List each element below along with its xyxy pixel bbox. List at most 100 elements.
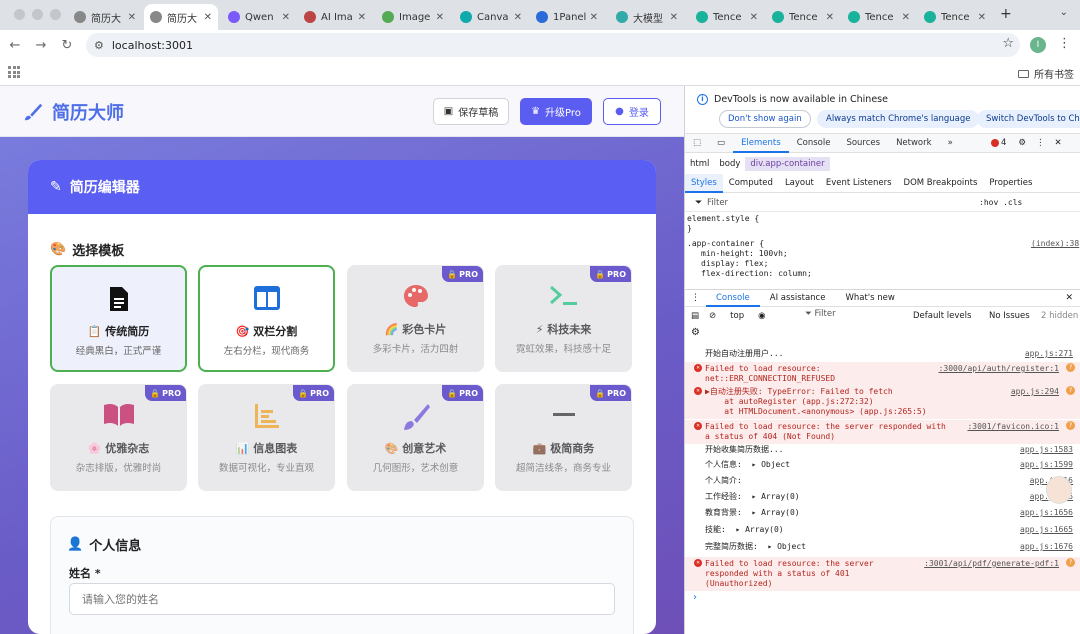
console-settings-icon[interactable]: ⚙ bbox=[691, 327, 700, 338]
template-card[interactable]: 📊 信息图表 数据可视化，专业直观 🔒 PRO bbox=[198, 384, 335, 491]
close-drawer-icon[interactable]: ✕ bbox=[1065, 293, 1073, 303]
browser-tab[interactable]: 1Panel ✕ bbox=[530, 4, 604, 30]
sidebar-toggle-icon[interactable]: ▤ bbox=[691, 311, 699, 321]
new-tab-button[interactable]: + bbox=[1000, 6, 1012, 22]
inspect-icon[interactable]: ⬚ bbox=[685, 133, 709, 153]
browser-tab[interactable]: Qwen ✕ bbox=[222, 4, 296, 30]
match-language-button[interactable]: Always match Chrome's language bbox=[817, 110, 980, 128]
drawer-menu-icon[interactable]: ⋮ bbox=[685, 293, 706, 303]
explain-error-icon[interactable]: ? bbox=[1066, 421, 1075, 430]
assistant-avatar[interactable] bbox=[1046, 476, 1072, 504]
template-card[interactable]: 🎯 双栏分割 左右分栏，现代商务 bbox=[198, 265, 335, 372]
template-card[interactable]: 📋 传统简历 经典黑白，正式严谨 bbox=[50, 265, 187, 372]
site-info-icon[interactable]: ⚙ bbox=[94, 39, 104, 52]
tab-close-icon[interactable]: ✕ bbox=[590, 12, 598, 23]
template-card[interactable]: 💼 极简商务 超简洁线条，商务专业 🔒 PRO bbox=[495, 384, 632, 491]
device-toolbar-icon[interactable]: ▭ bbox=[709, 133, 733, 153]
console-source-link[interactable]: app.js:1676 bbox=[1020, 542, 1073, 552]
back-icon[interactable]: ← bbox=[4, 38, 26, 53]
crumb-body[interactable]: body bbox=[714, 159, 745, 169]
template-card[interactable]: 🌈 彩色卡片 多彩卡片，活力四射 🔒 PRO bbox=[347, 265, 484, 372]
console-source-link[interactable]: app.js:294 bbox=[1011, 387, 1059, 397]
devtools-menu-icon[interactable]: ⋮ bbox=[1036, 138, 1045, 148]
context-select[interactable]: top bbox=[730, 311, 744, 321]
browser-tab[interactable]: 简历大 ✕ bbox=[68, 4, 142, 30]
console-source-link[interactable]: app.js:1599 bbox=[1020, 460, 1073, 470]
tab-event-listeners[interactable]: Event Listeners bbox=[820, 174, 898, 193]
tab-close-icon[interactable]: ✕ bbox=[128, 12, 136, 23]
more-tabs-icon[interactable]: » bbox=[940, 133, 961, 153]
console-source-link[interactable]: :3001/favicon.ico:1 bbox=[967, 422, 1059, 432]
close-devtools-icon[interactable]: ✕ bbox=[1055, 138, 1062, 148]
clear-console-icon[interactable]: ⊘ bbox=[709, 311, 716, 321]
error-counter[interactable]: 4 ⚙ ⋮ ✕ bbox=[991, 138, 1062, 148]
drawer-tab-ai[interactable]: AI assistance bbox=[760, 289, 836, 307]
app-logo[interactable]: 简历大师 bbox=[22, 99, 124, 125]
name-input[interactable] bbox=[69, 583, 615, 615]
explain-error-icon[interactable]: ? bbox=[1066, 363, 1075, 372]
browser-tab[interactable]: Tence ✕ bbox=[918, 4, 992, 30]
browser-tab[interactable]: AI Ima ✕ bbox=[298, 4, 372, 30]
console-source-link[interactable]: app.js:1583 bbox=[1020, 445, 1073, 455]
hov-cls-toggles[interactable]: :hov .cls bbox=[979, 198, 1022, 207]
tab-elements[interactable]: Elements bbox=[733, 133, 789, 153]
tab-close-icon[interactable]: ✕ bbox=[670, 12, 678, 23]
bookmark-star-icon[interactable]: ☆ bbox=[1002, 36, 1014, 51]
eye-icon[interactable]: ◉ bbox=[758, 311, 765, 321]
browser-tab[interactable]: Tence ✕ bbox=[842, 4, 916, 30]
template-card[interactable]: 🎨 创意艺术 几何图形，艺术创意 🔒 PRO bbox=[347, 384, 484, 491]
browser-tab[interactable]: Tence ✕ bbox=[690, 4, 764, 30]
tab-styles[interactable]: Styles bbox=[685, 173, 723, 193]
upgrade-pro-button[interactable]: ♛ 升级Pro bbox=[520, 98, 592, 125]
browser-tab[interactable]: Tence ✕ bbox=[766, 4, 840, 30]
log-levels-select[interactable]: Default levels bbox=[913, 311, 971, 321]
browser-tab[interactable]: 简历大 ✕ bbox=[144, 4, 218, 30]
settings-gear-icon[interactable]: ⚙ bbox=[1018, 138, 1026, 148]
profile-avatar[interactable]: I bbox=[1030, 37, 1046, 53]
reload-icon[interactable]: ↻ bbox=[56, 38, 78, 53]
console-source-link[interactable]: app.js:271 bbox=[1025, 349, 1073, 359]
tab-properties[interactable]: Properties bbox=[983, 174, 1038, 193]
styles-filter[interactable]: ⏷ Filter :hov .cls bbox=[685, 194, 1080, 212]
tab-close-icon[interactable]: ✕ bbox=[358, 12, 366, 23]
tab-close-icon[interactable]: ✕ bbox=[750, 12, 758, 23]
drawer-tab-console[interactable]: Console bbox=[706, 289, 760, 307]
dont-show-again-button[interactable]: Don't show again bbox=[719, 110, 811, 128]
crumb-html[interactable]: html bbox=[685, 159, 714, 169]
tab-close-icon[interactable]: ✕ bbox=[902, 12, 910, 23]
browser-tab[interactable]: Image ✕ bbox=[376, 4, 450, 30]
window-controls[interactable] bbox=[14, 9, 61, 20]
tab-close-icon[interactable]: ✕ bbox=[282, 12, 290, 23]
rule-source-link[interactable]: (index):38 bbox=[1031, 239, 1079, 248]
apps-grid-icon[interactable] bbox=[8, 66, 20, 78]
crumb-app-container[interactable]: div.app-container bbox=[745, 157, 830, 171]
console-source-link[interactable]: :3000/api/auth/register:1 bbox=[939, 364, 1059, 374]
switch-language-button[interactable]: Switch DevTools to Chi bbox=[977, 110, 1080, 128]
console-prompt[interactable]: › bbox=[693, 592, 697, 603]
console-source-link[interactable]: :3001/api/pdf/generate-pdf:1 bbox=[924, 559, 1059, 569]
address-bar[interactable]: ⚙ localhost:3001 ☆ bbox=[86, 33, 1020, 57]
tab-search-icon[interactable]: ⌄ bbox=[1060, 7, 1068, 18]
console-source-link[interactable]: app.js:1665 bbox=[1020, 525, 1073, 535]
tab-close-icon[interactable]: ✕ bbox=[826, 12, 834, 23]
tab-computed[interactable]: Computed bbox=[723, 174, 779, 193]
tab-network[interactable]: Network bbox=[888, 133, 940, 153]
browser-tab[interactable]: Canva ✕ bbox=[454, 4, 528, 30]
template-card[interactable]: 🌸 优雅杂志 杂志排版，优雅时尚 🔒 PRO bbox=[50, 384, 187, 491]
browser-tab[interactable]: 大模型 ✕ bbox=[610, 4, 684, 30]
tab-close-icon[interactable]: ✕ bbox=[978, 12, 986, 23]
tab-close-icon[interactable]: ✕ bbox=[514, 12, 522, 23]
console-source-link[interactable]: app.js:1656 bbox=[1020, 508, 1073, 518]
save-draft-button[interactable]: ▣ 保存草稿 bbox=[433, 98, 509, 125]
tab-console[interactable]: Console bbox=[789, 133, 839, 153]
template-card[interactable]: ⚡ 科技未来 霓虹效果，科技感十足 🔒 PRO bbox=[495, 265, 632, 372]
issues-count[interactable]: No Issues bbox=[989, 311, 1030, 321]
login-button[interactable]: ● 登录 bbox=[603, 98, 661, 125]
tab-layout[interactable]: Layout bbox=[779, 174, 820, 193]
all-bookmarks[interactable]: 所有书签 bbox=[1018, 66, 1074, 81]
tab-close-icon[interactable]: ✕ bbox=[436, 12, 444, 23]
tab-close-icon[interactable]: ✕ bbox=[204, 12, 212, 23]
drawer-tab-whats-new[interactable]: What's new bbox=[835, 289, 904, 307]
forward-icon[interactable]: → bbox=[30, 38, 52, 53]
explain-error-icon[interactable]: ? bbox=[1066, 558, 1075, 567]
